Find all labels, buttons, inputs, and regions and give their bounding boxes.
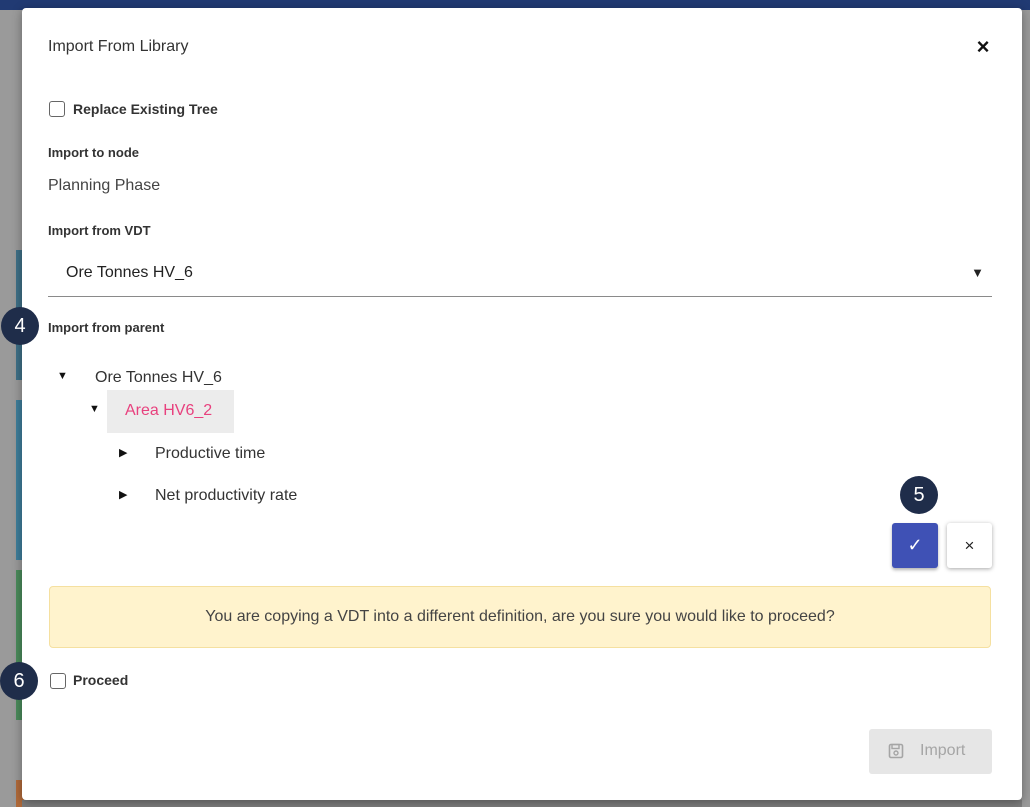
app-bottom-backdrop (22, 800, 1022, 807)
callout-badge-6: 6 (0, 662, 38, 700)
tree-node-productive-time[interactable]: ▶ Productive time (116, 434, 366, 474)
proceed-label: Proceed (73, 672, 129, 688)
close-icon[interactable]: × (972, 36, 994, 58)
import-from-parent-label: Import from parent (48, 320, 165, 335)
tree-node-label: Area HV6_2 (125, 402, 213, 419)
warning-alert: You are copying a VDT into a different d… (49, 586, 991, 648)
proceed-checkbox[interactable] (50, 673, 66, 689)
import-from-vdt-value: Ore Tonnes HV_6 (66, 264, 193, 281)
import-to-node-value: Planning Phase (48, 177, 161, 194)
tree-node-label: Net productivity rate (155, 487, 298, 504)
warning-text: You are copying a VDT into a different d… (205, 608, 835, 625)
close-icon: × (964, 536, 975, 555)
save-icon (888, 743, 904, 759)
caret-down-icon[interactable]: ▼ (57, 370, 68, 382)
import-from-library-dialog: Import From Library × Replace Existing T… (22, 8, 1022, 800)
replace-existing-tree-checkbox[interactable] (49, 101, 65, 117)
caret-down-icon: ▼ (971, 265, 984, 280)
tree-node-net-productivity-rate[interactable]: ▶ Net productivity rate (116, 476, 416, 516)
caret-right-icon[interactable]: ▶ (119, 488, 127, 501)
import-button-label: Import (920, 742, 966, 759)
callout-badge-4: 4 (1, 307, 39, 345)
import-to-node-label: Import to node (48, 145, 139, 160)
tree-node-label: Productive time (155, 445, 266, 462)
confirm-selection-button[interactable]: ✓ (892, 523, 938, 568)
callout-badge-5: 5 (900, 476, 938, 514)
tree-node-area[interactable]: ▼ Area HV6_2 (84, 391, 284, 431)
dialog-title: Import From Library (48, 38, 189, 55)
import-from-vdt-select[interactable]: Ore Tonnes HV_6 ▼ (48, 248, 992, 297)
check-icon: ✓ (907, 535, 923, 555)
cancel-selection-button[interactable]: × (947, 523, 992, 568)
app-right-backdrop (1022, 10, 1030, 807)
tree-node-label: Ore Tonnes HV_6 (95, 369, 222, 386)
caret-right-icon[interactable]: ▶ (119, 446, 127, 459)
replace-existing-tree-label: Replace Existing Tree (73, 101, 218, 117)
import-from-vdt-label: Import from VDT (48, 223, 151, 238)
caret-down-icon[interactable]: ▼ (89, 403, 100, 415)
import-button[interactable]: Import (869, 729, 992, 774)
